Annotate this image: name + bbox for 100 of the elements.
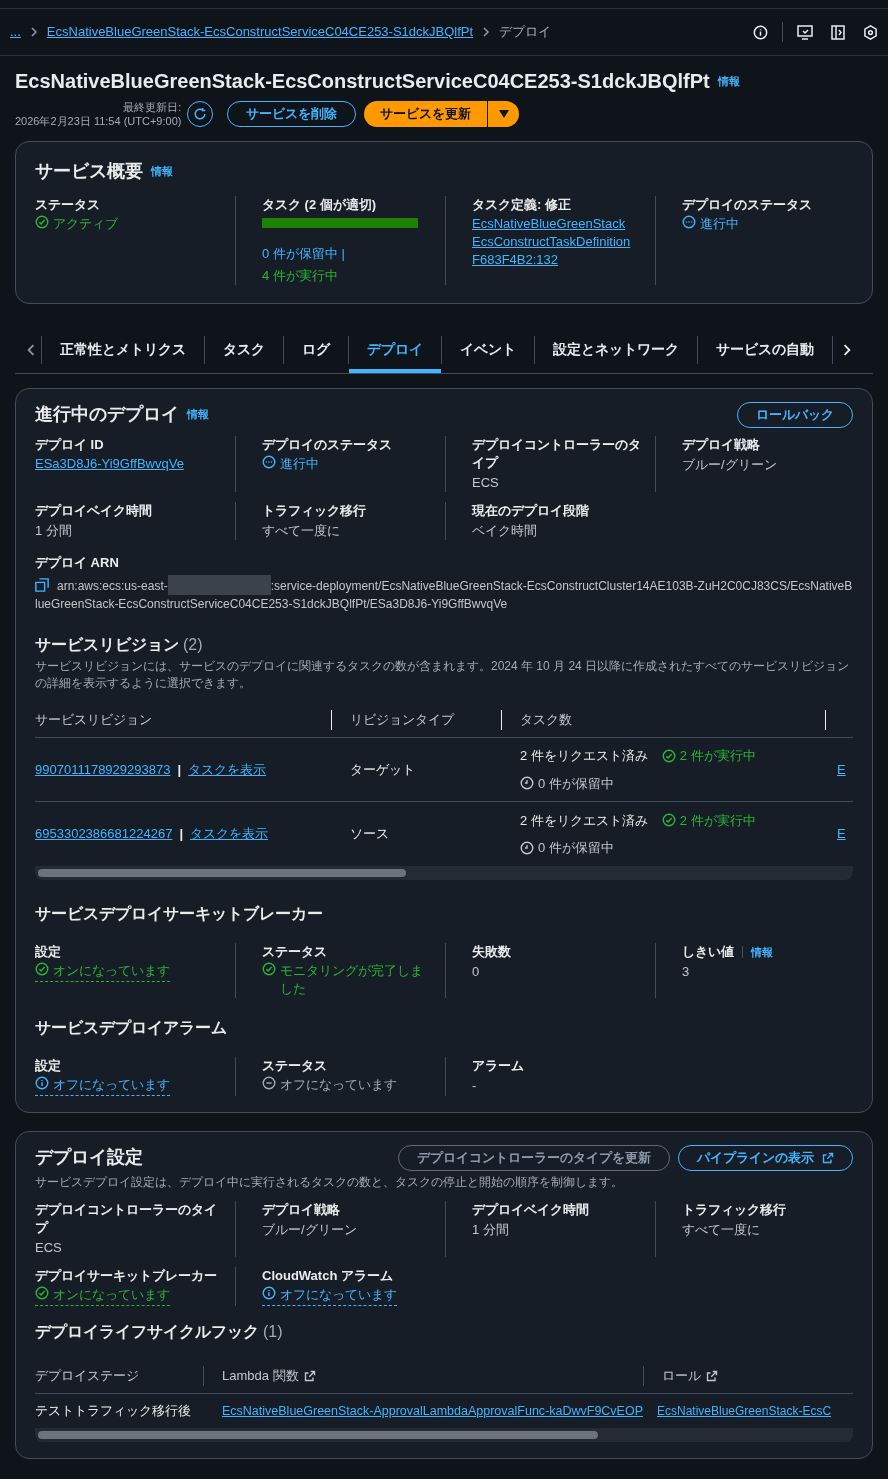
- status-text[interactable]: オンになっています: [35, 962, 170, 982]
- pending-status: 0 件が保留中: [520, 838, 825, 858]
- status-text: 進行中: [262, 455, 319, 473]
- table-cell-text: テストトラフィック移行後: [35, 1402, 192, 1421]
- field-label: デプロイベイク時間: [472, 1201, 589, 1219]
- tab[interactable]: 設定とネットワーク: [535, 326, 697, 373]
- field-label: タスク定義: 修正: [472, 196, 571, 214]
- info-link[interactable]: 情報: [187, 406, 209, 423]
- section-title: デプロイライフサイクルフック: [35, 1322, 259, 1342]
- view-tasks-link[interactable]: タスクを表示: [188, 759, 267, 780]
- chevron-left-icon[interactable]: [25, 343, 37, 356]
- column-header: サービスリビジョン: [35, 710, 152, 729]
- info-link[interactable]: 情報: [717, 72, 740, 90]
- copy-icon[interactable]: [35, 578, 49, 592]
- section-description: サービスリビジョンには、サービスのデプロイに関連するタスクの数が含まれます。2024 年 10 月 24 日以降に作成されたすべてのサービスリビジョンの詳細を表示するように選択できます。: [35, 658, 851, 692]
- status-text: アクティブ: [35, 215, 118, 233]
- field-value: ベイク時間: [472, 523, 537, 538]
- status-text[interactable]: オフになっています: [262, 1286, 397, 1306]
- field-label: 設定: [35, 1057, 61, 1075]
- section-title: サービスデプロイアラーム: [35, 1018, 228, 1038]
- minus-circle-icon: [262, 1076, 276, 1090]
- last-updated-label: 最終更新日:: [123, 100, 182, 114]
- running-status: 2 件が実行中: [661, 810, 756, 830]
- field-value: -: [472, 1078, 477, 1093]
- column-header: デプロイステージ: [35, 1366, 139, 1385]
- column-header: タスク数: [520, 710, 572, 729]
- check-circle-icon: [35, 962, 49, 976]
- info-icon: [262, 1286, 276, 1300]
- chevron-right-icon: [481, 27, 492, 37]
- tab[interactable]: タスク: [205, 326, 283, 373]
- field-label: ステータス: [262, 1057, 327, 1075]
- field-link[interactable]: ESa3D8J6-Yi9GffBwvqVe: [35, 455, 184, 473]
- field-value: ブルー/グリーン: [682, 457, 777, 472]
- monitor-icon[interactable]: [797, 24, 813, 40]
- status-text[interactable]: オフになっています: [35, 1076, 170, 1096]
- revision-link[interactable]: 9907011178929293873: [35, 759, 171, 780]
- tab[interactable]: イベント: [442, 326, 534, 373]
- section-title: サービスリビジョン: [35, 635, 179, 655]
- field-value: ECS: [35, 1240, 62, 1255]
- breadcrumb-link[interactable]: EcsNativeBlueGreenStack-EcsConstructServiceC04CE253-S1dckJBQlfPt: [46, 22, 474, 42]
- view-tasks-link[interactable]: タスクを表示: [190, 824, 268, 844]
- field-label: CloudWatch アラーム: [262, 1267, 393, 1285]
- field-label: 現在のデプロイ段階: [472, 502, 589, 520]
- tab[interactable]: 正常性とメトリクス: [42, 326, 204, 373]
- panel-description: サービスデプロイ設定は、デプロイ中に実行されるタスクの数と、タスクの停止と開始の順序を制御します。: [35, 1174, 624, 1191]
- field-value: 0: [472, 964, 480, 979]
- table-link[interactable]: E: [837, 761, 846, 777]
- field-label: 設定: [35, 943, 61, 961]
- primary-button[interactable]: サービスを更新: [364, 101, 488, 127]
- dropdown-button[interactable]: [487, 101, 520, 127]
- field-value: 1 分間: [472, 1222, 509, 1237]
- field-label: デプロイ ID: [35, 436, 104, 454]
- field-label: デプロイのステータス: [682, 196, 812, 214]
- pending-status: 0 件が保留中: [520, 773, 825, 793]
- scrollbar[interactable]: [35, 1428, 853, 1442]
- chevron-right-icon[interactable]: [841, 343, 853, 356]
- last-updated-time: 2026年2月23日 11:54 (UTC+9:00): [15, 114, 182, 128]
- lambda-link[interactable]: EcsNativeBlueGreenStack-ApprovalLambdaApprovalFunc-kaDwvF9CvEOP: [222, 1404, 643, 1419]
- field-link[interactable]: EcsNativeBlueGreenStackEcsConstructTaskDefinitionF683F4B2:132: [472, 215, 632, 269]
- field-label: タスク (2 個が適切): [262, 196, 377, 214]
- role-link[interactable]: EcsNativeBlueGreenStack-EcsC: [657, 1404, 832, 1419]
- info-link[interactable]: 情報: [151, 163, 173, 180]
- field-label: 失敗数: [472, 943, 511, 961]
- page-title: EcsNativeBlueGreenStack-EcsConstructServiceC04CE253-S1dckJBQlfPt: [15, 69, 710, 94]
- tab[interactable]: デプロイ: [349, 326, 441, 373]
- status-text[interactable]: オンになっています: [35, 1286, 170, 1306]
- field-label: デプロイコントローラーのタイプ: [472, 436, 642, 472]
- table-cell-text: 2 件をリクエスト済み: [520, 747, 648, 765]
- tab[interactable]: ログ: [284, 326, 348, 373]
- info-icon[interactable]: [753, 24, 768, 40]
- separator: |: [179, 825, 183, 844]
- scrollbar[interactable]: [35, 866, 853, 880]
- field-label: デプロイ戦略: [262, 1201, 340, 1219]
- tab[interactable]: サービスの自動: [698, 326, 832, 373]
- info-icon: [35, 1076, 49, 1090]
- item-count: (1): [263, 1322, 283, 1342]
- table-cell-text: 2 件をリクエスト済み: [520, 811, 648, 830]
- field-label: トラフィック移行: [262, 502, 366, 520]
- check-circle-icon: [35, 1286, 49, 1300]
- field-label: デプロイ ARN: [35, 555, 119, 570]
- ellipsis-circle-icon: [682, 215, 696, 229]
- panel-icon[interactable]: [831, 24, 845, 40]
- field-label: ステータス: [35, 196, 100, 214]
- check-circle-icon: [35, 215, 49, 229]
- running-status: 2 件が実行中: [661, 746, 756, 766]
- revision-link[interactable]: 6953302386681224267: [35, 824, 173, 844]
- section-title: サービスデプロイサーキットブレーカー: [35, 904, 324, 924]
- table-cell: ソース: [350, 826, 389, 842]
- breadcrumb-link[interactable]: ...: [10, 22, 21, 42]
- status-text: モニタリングが完了しました: [262, 962, 433, 998]
- field-label: ステータス: [262, 943, 327, 961]
- field-value: ECS: [472, 475, 499, 490]
- field-label: デプロイコントローラーのタイプ: [35, 1201, 218, 1237]
- hexagon-icon[interactable]: [863, 24, 878, 40]
- field-value: ブルー/グリーン: [262, 1222, 357, 1237]
- field-label: デプロイのステータス: [262, 436, 392, 454]
- field-label: デプロイ戦略: [682, 436, 760, 454]
- info-link[interactable]: 情報: [751, 943, 773, 961]
- table-link[interactable]: E: [837, 826, 846, 842]
- ellipsis-circle-icon: [262, 455, 276, 469]
